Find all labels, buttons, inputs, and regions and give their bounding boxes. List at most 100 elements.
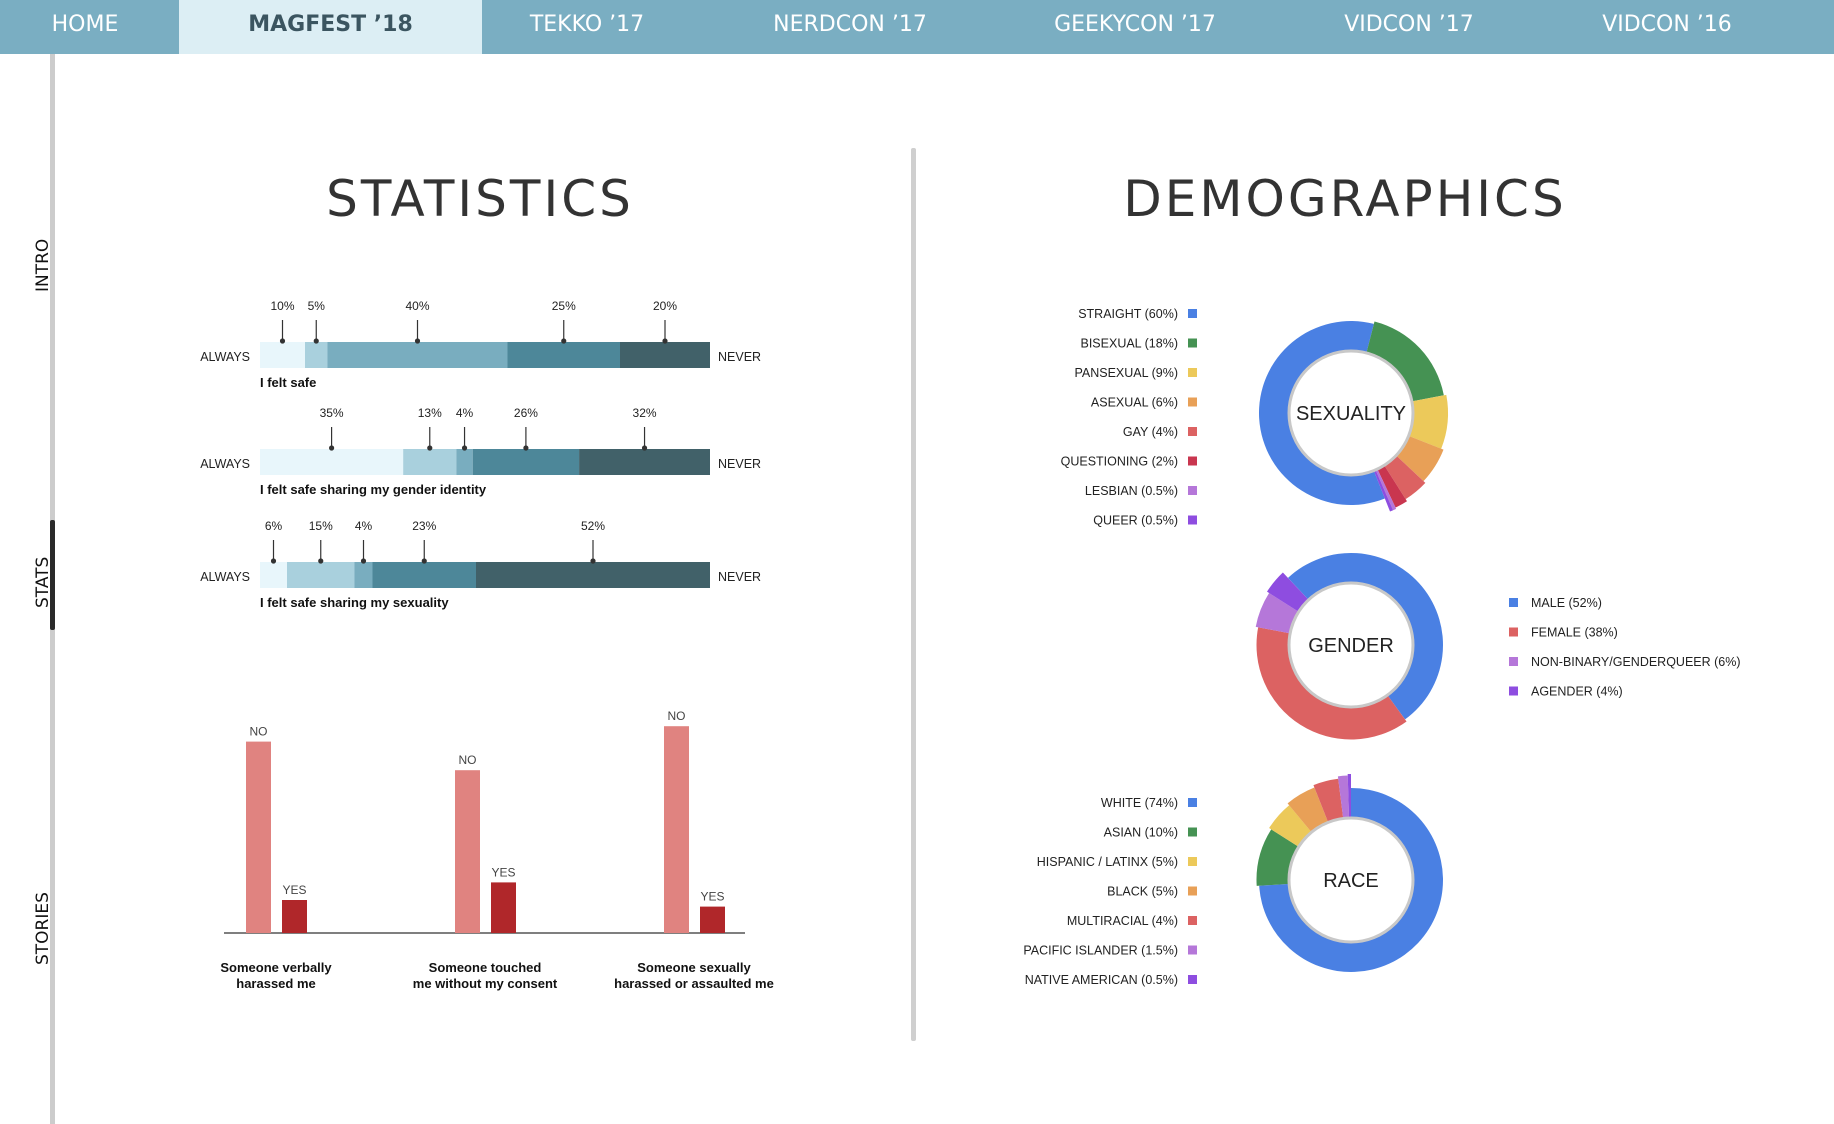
legend-swatch <box>1509 598 1518 607</box>
sidebar-item-stories[interactable]: STORIES <box>33 892 53 965</box>
tab-vidcon-16[interactable]: VIDCON ’16 <box>1556 0 1778 54</box>
stacked-bar-segment <box>260 342 305 368</box>
scale-left-label: ALWAYS <box>200 570 250 584</box>
stacked-bar-segment <box>287 562 355 588</box>
bar-category-label: harassed or assaulted me <box>614 976 774 991</box>
tab-home[interactable]: HOME <box>0 0 170 54</box>
stacked-bar-segment <box>472 449 580 475</box>
legend-swatch <box>1188 309 1197 318</box>
legend-swatch <box>1188 857 1197 866</box>
stacked-bar-value-label: 52% <box>581 519 605 533</box>
donut-center <box>1287 581 1415 709</box>
donut-slice <box>1406 394 1449 449</box>
bar-yes <box>700 906 725 933</box>
legend-label: PACIFIC ISLANDER (1.5%) <box>1023 944 1178 958</box>
legend-swatch <box>1188 397 1197 407</box>
donut-center <box>1287 349 1415 477</box>
legend-swatch <box>1188 798 1197 807</box>
legend-swatch <box>1509 627 1518 637</box>
stacked-bar-value-label: 13% <box>418 406 442 420</box>
bar-no <box>455 770 480 933</box>
scale-right-label: NEVER <box>718 457 761 471</box>
sidebar-item-intro[interactable]: INTRO <box>33 239 53 292</box>
donut-title: RACE <box>1323 870 1379 892</box>
stacked-bar-question: I felt safe sharing my gender identity <box>260 482 487 497</box>
bar-category-label: Someone touched <box>429 960 542 975</box>
donut-slice <box>1365 321 1444 402</box>
stacked-bar-segment <box>327 342 508 368</box>
bar-label: NO <box>459 753 477 767</box>
sidebar-item-stats[interactable]: STATS <box>33 557 53 608</box>
legend-swatch <box>1188 456 1197 466</box>
donut-slice <box>1259 788 1443 972</box>
legend-label: MULTIRACIAL (4%) <box>1067 914 1178 928</box>
legend-label: MALE (52%) <box>1531 596 1602 610</box>
bar-pointer-dot <box>561 338 567 344</box>
bar-pointer-dot <box>590 558 596 564</box>
donut-slice <box>1376 463 1407 508</box>
legend-swatch <box>1188 515 1197 525</box>
section-divider <box>911 148 916 1041</box>
tab-tekko-17[interactable]: TEKKO ’17 <box>482 0 692 54</box>
legend-label: NON-BINARY/GENDERQUEER (6%) <box>1531 655 1741 669</box>
bar-yes <box>282 900 307 933</box>
bar-pointer-dot <box>427 445 433 451</box>
legend-swatch <box>1188 486 1197 495</box>
stacked-bar-value-label: 35% <box>320 406 344 420</box>
bar-pointer-dot <box>270 558 277 564</box>
tab-geekycon-17[interactable]: GEEKYCON ’17 <box>1012 0 1258 54</box>
bar-no <box>246 741 271 933</box>
charts-canvas: ALWAYS NEVER 10% 5% 40% 25% 20% I felt safe ALWA… <box>200 299 1741 991</box>
donut-title: SEXUALITY <box>1296 403 1406 425</box>
bar-pointer-dot <box>279 338 286 344</box>
bar-pointer-dot <box>360 558 367 564</box>
stacked-bar-value-label: 10% <box>270 299 294 313</box>
donut-slice <box>1313 778 1344 825</box>
stacked-bar-value-label: 4% <box>456 406 474 420</box>
bar-label: YES <box>282 883 306 897</box>
bar-pointer-dot <box>414 338 421 344</box>
tab-magfest-18[interactable]: MAGFEST ’18 <box>179 0 482 54</box>
tab-nerdcon-17[interactable]: NERDCON ’17 <box>732 0 968 54</box>
stacked-bar-segment <box>403 449 457 475</box>
legend-label: LESBIAN (0.5%) <box>1085 484 1178 498</box>
legend-label: QUESTIONING (2%) <box>1061 455 1178 469</box>
bar-pointer-dot <box>313 338 319 344</box>
bar-pointer-dot <box>421 558 427 564</box>
bar-label: YES <box>700 890 724 904</box>
legend-label: NATIVE AMERICAN (0.5%) <box>1025 973 1178 987</box>
bar-yes <box>491 882 516 933</box>
legend-label: ASEXUAL (6%) <box>1091 396 1178 410</box>
top-navigation: HOME MAGFEST ’18 TEKKO ’17 NERDCON ’17 G… <box>0 0 1834 54</box>
bar-category-label: me without my consent <box>413 976 558 991</box>
stacked-bar-value-label: 4% <box>355 519 373 533</box>
legend-swatch <box>1188 368 1197 377</box>
donut-title: GENDER <box>1308 635 1394 657</box>
donut-center <box>1287 816 1415 944</box>
legend-swatch <box>1188 427 1197 436</box>
bar-pointer-dot <box>662 338 668 344</box>
scale-left-label: ALWAYS <box>200 457 250 471</box>
bar-pointer-dot <box>328 445 335 451</box>
donut-slice <box>1288 553 1443 720</box>
stacked-bar-segment <box>507 342 620 368</box>
bar-label: YES <box>491 865 515 879</box>
stacked-bar-value-label: 40% <box>405 299 429 313</box>
legend-label: WHITE (74%) <box>1101 796 1178 810</box>
donut-slice <box>1269 805 1313 848</box>
bar-category-label: Someone verbally <box>220 960 332 975</box>
bar-label: NO <box>250 725 268 739</box>
stacked-bar-segment <box>476 562 710 588</box>
legend-label: ASIAN (10%) <box>1104 826 1178 840</box>
stacked-bar-question: I felt safe <box>260 375 316 390</box>
legend-swatch <box>1188 886 1197 896</box>
donut-slice <box>1256 627 1407 740</box>
scale-left-label: ALWAYS <box>200 350 250 364</box>
tab-vidcon-17[interactable]: VIDCON ’17 <box>1298 0 1520 54</box>
legend-label: HISPANIC / LATINX (5%) <box>1037 855 1178 869</box>
donut-slice <box>1256 829 1301 886</box>
stacked-bar-segment <box>456 449 473 475</box>
legend-label: QUEER (0.5%) <box>1093 514 1178 528</box>
donut-slice <box>1259 321 1385 505</box>
stacked-bar-value-label: 23% <box>412 519 436 533</box>
